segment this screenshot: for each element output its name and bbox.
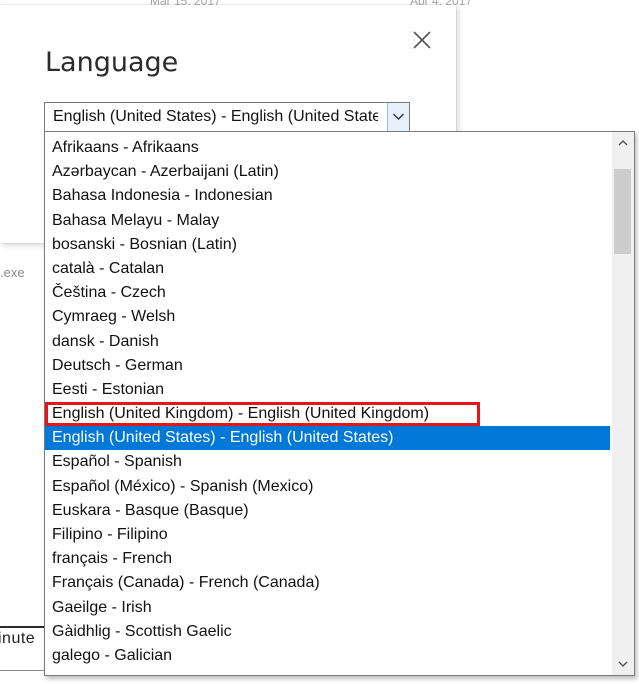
- background-divider: [0, 670, 45, 684]
- language-options: Afrikaans - Afrikaans Azərbaycan - Azerba…: [45, 136, 610, 668]
- scroll-up-icon[interactable]: [612, 132, 634, 154]
- language-option[interactable]: Bahasa Indonesia - Indonesian: [45, 184, 610, 208]
- language-option[interactable]: Euskara - Basque (Basque): [45, 499, 610, 523]
- chevron-down-icon[interactable]: [387, 103, 409, 131]
- language-option[interactable]: català - Catalan: [45, 257, 610, 281]
- language-option[interactable]: English (United Kingdom) - English (Unit…: [45, 402, 480, 427]
- background-exe-label: .exe: [0, 265, 25, 280]
- language-option[interactable]: dansk - Danish: [45, 330, 610, 354]
- language-option[interactable]: Eesti - Estonian: [45, 378, 610, 402]
- language-option[interactable]: Bahasa Melayu - Malay: [45, 209, 610, 233]
- language-option[interactable]: Français (Canada) - French (Canada): [45, 571, 610, 595]
- language-option[interactable]: English (United States) - English (Unite…: [45, 426, 610, 451]
- language-option[interactable]: Čeština - Czech: [45, 281, 610, 305]
- scroll-down-icon[interactable]: [612, 653, 634, 675]
- scrollbar-thumb[interactable]: [614, 169, 631, 254]
- language-option[interactable]: Filipino - Filipino: [45, 523, 610, 547]
- language-option[interactable]: Gaeilge - Irish: [45, 596, 610, 620]
- language-select[interactable]: English (United States) - English (Unite…: [44, 102, 410, 132]
- language-option[interactable]: bosanski - Bosnian (Latin): [45, 233, 610, 257]
- language-option[interactable]: Gàidhlig - Scottish Gaelic: [45, 620, 610, 644]
- close-icon[interactable]: [409, 27, 435, 53]
- dialog-title: Language: [45, 47, 179, 78]
- scrollbar[interactable]: [612, 132, 634, 675]
- background-bottom-fragment: inute: [0, 626, 50, 654]
- language-dropdown-list[interactable]: Afrikaans - Afrikaans Azərbaycan - Azerba…: [44, 131, 635, 676]
- language-option[interactable]: Azərbaycan - Azerbaijani (Latin): [45, 160, 610, 184]
- language-option[interactable]: Cymraeg - Welsh: [45, 305, 610, 329]
- language-option[interactable]: Español (México) - Spanish (Mexico): [45, 475, 610, 499]
- language-option[interactable]: français - French: [45, 547, 610, 571]
- language-option[interactable]: galego - Galician: [45, 644, 610, 668]
- language-select-value: English (United States) - English (Unite…: [53, 108, 378, 125]
- language-option[interactable]: Español - Spanish: [45, 450, 610, 474]
- language-option[interactable]: Afrikaans - Afrikaans: [45, 136, 610, 160]
- language-option[interactable]: Deutsch - German: [45, 354, 610, 378]
- background-bottom-text: inute: [0, 630, 36, 647]
